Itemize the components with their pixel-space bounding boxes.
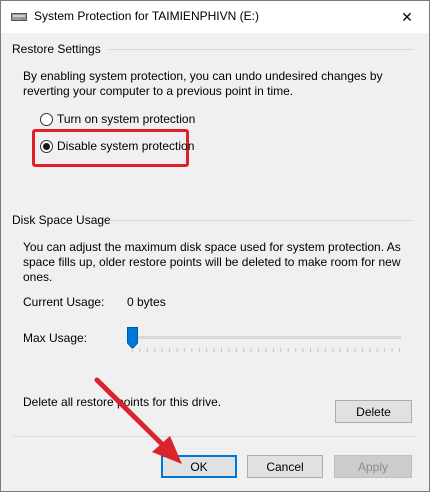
- radio-button[interactable]: [40, 112, 53, 126]
- footer-divider: [13, 436, 417, 437]
- system-protection-dialog: System Protection for TAIMIENPHIVN (E:) …: [0, 0, 430, 492]
- disk-space-header: Disk Space Usage: [12, 213, 111, 227]
- apply-button[interactable]: Apply: [334, 455, 412, 478]
- restore-settings-header: Restore Settings: [12, 42, 101, 56]
- delete-description: Delete all restore points for this drive…: [23, 395, 222, 409]
- restore-settings-divider: [109, 49, 413, 50]
- title-bar: System Protection for TAIMIENPHIVN (E:) …: [1, 1, 429, 33]
- radio-label: Disable system protection: [57, 139, 195, 153]
- description-line: By enabling system protection, you can u…: [23, 69, 383, 83]
- max-usage-label: Max Usage:: [23, 331, 88, 345]
- drive-icon: [11, 13, 27, 21]
- current-usage-label: Current Usage:: [23, 295, 105, 309]
- radio-turn-on-protection[interactable]: Turn on system protection: [40, 112, 195, 126]
- max-usage-slider-thumb[interactable]: [127, 327, 138, 349]
- slider-ticks: [132, 348, 400, 352]
- description-line: reverting your computer to a previous po…: [23, 84, 294, 98]
- description-line: space fills up, older restore points wil…: [23, 255, 401, 269]
- close-button[interactable]: ✕: [385, 1, 429, 33]
- radio-disable-protection[interactable]: Disable system protection: [40, 139, 194, 153]
- disk-space-divider: [109, 220, 413, 221]
- cancel-button[interactable]: Cancel: [247, 455, 323, 478]
- description-line: ones.: [23, 270, 53, 284]
- delete-button[interactable]: Delete: [335, 400, 412, 423]
- radio-button-selected[interactable]: [40, 139, 53, 153]
- close-icon: ✕: [401, 8, 413, 25]
- radio-label: Turn on system protection: [57, 112, 196, 126]
- current-usage-value: 0 bytes: [127, 295, 166, 309]
- description-line: You can adjust the maximum disk space us…: [23, 240, 401, 254]
- max-usage-slider-track[interactable]: [129, 336, 401, 339]
- disk-space-description: You can adjust the maximum disk space us…: [23, 240, 401, 285]
- window-title: System Protection for TAIMIENPHIVN (E:): [34, 9, 259, 23]
- ok-button[interactable]: OK: [161, 455, 237, 478]
- restore-settings-description: By enabling system protection, you can u…: [23, 69, 383, 99]
